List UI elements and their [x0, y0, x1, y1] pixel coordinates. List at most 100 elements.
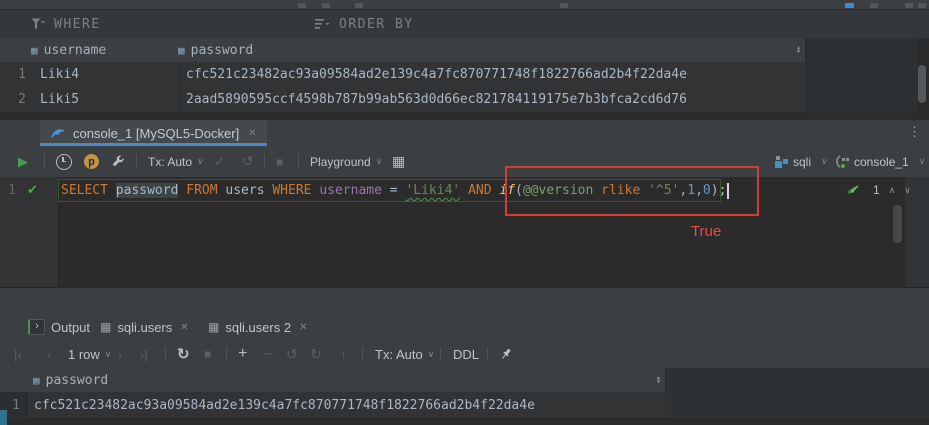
order-by-icon	[315, 18, 330, 30]
tab-label: sqli.users 2	[225, 320, 291, 335]
chevron-down-icon: ∨	[428, 349, 435, 360]
chevron-down-icon: ∨	[919, 156, 926, 167]
order-by-filter[interactable]: ORDER BY	[315, 10, 414, 38]
revert-button[interactable]: ↻	[310, 340, 322, 368]
commit-button[interactable]: ✓	[214, 146, 225, 177]
sort-toggle-icon[interactable]: ▲▼	[657, 376, 660, 384]
wrench-icon	[110, 154, 125, 169]
tx-mode-dropdown[interactable]: Tx: Auto ∨	[148, 146, 204, 177]
cell-password[interactable]: cfc521c23482ac93a09584ad2e139c4a7fc87077…	[180, 67, 687, 82]
separator	[487, 347, 488, 361]
inspection-widget[interactable]: ✔✔ 1 ∧ ∨	[846, 183, 911, 197]
schema-icon	[775, 155, 788, 168]
column-icon: ▦	[33, 375, 40, 386]
close-icon[interactable]: ✕	[248, 128, 256, 139]
separator	[298, 154, 299, 169]
chevron-down-icon: ∨	[376, 156, 383, 167]
cell-username[interactable]: Liki4	[33, 62, 180, 87]
grid-corner-cell	[0, 368, 29, 392]
chevron-down-icon: ∨	[105, 349, 112, 360]
ddl-button[interactable]: DDL	[453, 340, 479, 368]
cropped-icon	[905, 3, 913, 8]
column-header-label: password	[191, 43, 254, 58]
separator	[226, 347, 227, 361]
tab-console-1[interactable]: console_1 [MySQL5-Docker] ✕	[40, 120, 267, 146]
reload-data-button[interactable]: ↻	[177, 340, 190, 368]
statement-executed-check-icon: ✔	[27, 182, 38, 198]
submit-button[interactable]: ↑	[340, 340, 347, 368]
where-filter[interactable]: WHERE	[31, 10, 101, 38]
close-icon[interactable]: ✕	[299, 322, 307, 333]
table-row[interactable]: 2 Liki5 2aad5890595ccf4598b787b99ab563d0…	[0, 87, 916, 113]
tab-sqli-users-2[interactable]: ▦ sqli.users 2 ✕	[208, 314, 307, 340]
sql-statement[interactable]: SELECT password FROM users WHERE usernam…	[61, 181, 729, 200]
undo-button[interactable]: ↺	[286, 340, 298, 368]
column-header-password[interactable]: ▦ password ▲▼	[173, 38, 806, 62]
stop-button[interactable]: ■	[276, 146, 283, 177]
column-header-password[interactable]: ▦ password ▲▼	[28, 368, 666, 392]
rollback-button[interactable]: ↺	[242, 146, 254, 177]
no-errors-icon: ✔✔	[846, 183, 864, 197]
session-icon	[836, 155, 849, 168]
first-page-button[interactable]: |‹	[14, 340, 22, 368]
tx-mode-dropdown[interactable]: Tx: Auto ∨	[375, 340, 434, 368]
grid-empty-area	[806, 38, 917, 113]
cell-username[interactable]: Liki5	[33, 87, 180, 112]
panel-divider	[0, 287, 929, 315]
vertical-scrollbar[interactable]	[918, 65, 926, 103]
playground-label: Playground	[310, 155, 371, 169]
playground-dropdown[interactable]: Playground ∨	[310, 146, 382, 177]
cropped-icon	[355, 3, 363, 8]
mysql-dolphin-icon	[50, 126, 66, 140]
text-cursor	[727, 183, 729, 199]
pin-icon	[499, 347, 513, 361]
previous-page-button[interactable]: ‹	[47, 340, 51, 368]
parameters-button[interactable]: p	[84, 146, 99, 177]
results-tab-bar: › Output ▦ sqli.users ✕ ▦ sqli.users 2 ✕	[0, 314, 929, 340]
table-row[interactable]: 1 Liki4 cfc521c23482ac93a09584ad2e139c4a…	[0, 62, 916, 88]
pin-tab-button[interactable]	[499, 340, 513, 368]
more-options-icon[interactable]: ⋮	[908, 124, 921, 140]
column-header-username[interactable]: ▦ username ▲▼	[26, 38, 183, 62]
execution-history-button[interactable]	[56, 146, 72, 177]
separator	[440, 347, 441, 361]
delete-row-button[interactable]: −	[263, 340, 272, 368]
separator	[44, 154, 45, 169]
cropped-icon	[560, 3, 568, 8]
cropped-icon	[845, 3, 854, 8]
tx-label: Tx: Auto	[148, 155, 192, 169]
last-page-button[interactable]: ›|	[140, 340, 148, 368]
table-icon: ▦	[100, 322, 111, 333]
session-selector[interactable]: console_1 ∨	[836, 146, 925, 177]
column-icon: ▦	[31, 45, 38, 56]
chevron-down-icon: ∨	[197, 156, 204, 167]
add-row-button[interactable]: +	[238, 340, 247, 368]
tool-window-stripe	[0, 410, 7, 425]
tab-output[interactable]: › Output	[28, 314, 90, 340]
next-problem-icon[interactable]: ∨	[904, 185, 911, 196]
column-icon: ▦	[178, 45, 185, 56]
stop-button[interactable]: ■	[204, 340, 211, 368]
clock-icon	[56, 154, 72, 170]
settings-button[interactable]	[110, 146, 125, 177]
page-size-dropdown[interactable]: 1 row ∨	[68, 340, 111, 368]
close-icon[interactable]: ✕	[180, 322, 188, 333]
schema-selector[interactable]: sqli ∨	[775, 146, 828, 177]
editor-scrollbar[interactable]	[893, 205, 902, 243]
next-page-button[interactable]: ›	[118, 340, 122, 368]
sort-toggle-icon[interactable]: ▲▼	[797, 46, 800, 54]
cropped-icon	[870, 3, 878, 8]
console-toolbar: ▶ p Tx: Auto ∨ ✓ ↺ ■ Playground ∨ ▦	[0, 146, 929, 178]
sql-semicolon: ;	[719, 183, 727, 198]
tab-sqli-users[interactable]: ▦ sqli.users ✕	[100, 314, 189, 340]
table-icon: ▦	[208, 322, 219, 333]
output-layout-button[interactable]: ▦	[392, 146, 405, 177]
tab-label: Output	[51, 320, 90, 335]
execute-button[interactable]: ▶	[18, 146, 28, 177]
cell-password[interactable]: cfc521c23482ac93a09584ad2e139c4a7fc87077…	[28, 392, 671, 419]
output-console-icon: ›	[28, 319, 45, 335]
grid-empty-area	[665, 368, 929, 418]
cell-password[interactable]: 2aad5890595ccf4598b787b99ab563d0d66ec821…	[180, 92, 687, 107]
previous-problem-icon[interactable]: ∧	[889, 185, 896, 196]
session-label: console_1	[854, 155, 909, 169]
